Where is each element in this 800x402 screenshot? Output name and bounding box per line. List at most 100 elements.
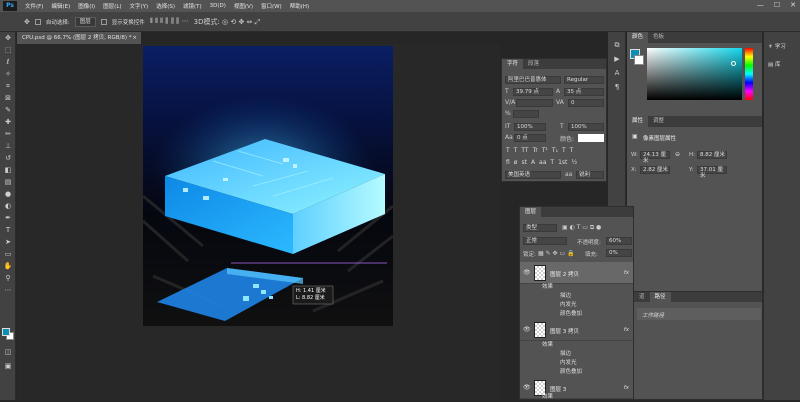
magic-wand-icon[interactable]: ✧ (0, 68, 16, 80)
history-panel-icon[interactable]: ⧉ (608, 38, 626, 52)
strikethrough-button[interactable]: T (570, 147, 574, 154)
maximize-icon[interactable]: ☐ (774, 1, 780, 9)
healing-brush-icon[interactable]: ✚ (0, 116, 16, 128)
baseline-shift-field[interactable]: 0 点 (514, 134, 546, 142)
screen-mode-icon[interactable]: ▣ (0, 360, 16, 372)
more-tools-icon[interactable]: ⋯ (0, 284, 16, 296)
menu-edit[interactable]: 编辑(E) (47, 2, 74, 10)
close-icon[interactable]: ✕ (790, 1, 796, 9)
menu-file[interactable]: 文件(F) (21, 2, 47, 10)
text-color-swatch[interactable] (578, 134, 604, 142)
fill-field[interactable]: 0% (606, 249, 632, 257)
height-field[interactable]: 8.82 厘米 (697, 151, 727, 159)
blend-mode-dropdown[interactable]: 正常 (523, 237, 567, 245)
learn-button[interactable]: ☀ 学习 (764, 38, 800, 56)
auto-select-dropdown[interactable]: 图层 (74, 16, 96, 27)
move-tool-icon[interactable]: ✥ (24, 18, 30, 26)
link-icon[interactable]: ⊖ (675, 151, 680, 158)
menu-help[interactable]: 帮助(H) (286, 2, 313, 10)
effect-stroke[interactable]: 描边 (560, 350, 571, 359)
superscript-button[interactable]: T¹ (542, 147, 548, 154)
horizontal-scale-field[interactable]: 100% (568, 123, 604, 131)
ligature-button[interactable]: fi (506, 159, 510, 166)
language-dropdown[interactable]: 美国英语 (505, 171, 561, 179)
titling-button[interactable]: T (550, 159, 554, 166)
x-field[interactable]: 2.82 厘米 (640, 166, 670, 174)
effects-label[interactable]: 效果 (542, 341, 553, 350)
faux-italic-button[interactable]: T (514, 147, 518, 154)
menu-filter[interactable]: 滤镜(T) (179, 2, 206, 10)
width-field[interactable]: 24.13 厘米 (640, 151, 670, 164)
layer-filter-dropdown[interactable]: 类型 (523, 224, 557, 232)
effect-stroke[interactable]: 描边 (560, 292, 571, 301)
actions-panel-icon[interactable]: ▶ (608, 52, 626, 66)
all-caps-button[interactable]: TT (521, 147, 528, 154)
antialias-dropdown[interactable]: 锐利 (576, 171, 604, 179)
effects-label[interactable]: 效果 (542, 283, 553, 292)
color-picker-field[interactable] (647, 48, 742, 100)
lock-icons[interactable]: ▦ ✎ ✥ ▭ 🔒 (538, 250, 575, 257)
blur-icon[interactable]: ● (0, 188, 16, 200)
layer-row[interactable]: 👁 图层 3 拷贝 fx (520, 319, 633, 341)
kerning-field[interactable] (516, 99, 553, 107)
font-style-dropdown[interactable]: Regular (564, 76, 604, 84)
pen-icon[interactable]: ✒ (0, 212, 16, 224)
color-panel-background-swatch[interactable] (634, 55, 644, 65)
tab-properties[interactable]: 属性 (627, 116, 649, 127)
frame-icon[interactable]: ⊠ (0, 92, 16, 104)
tab-character[interactable]: 字符 (502, 59, 524, 69)
hue-slider[interactable] (745, 48, 753, 100)
effects-label[interactable]: 效果 (542, 393, 553, 402)
ordinals-button[interactable]: 1st (558, 159, 567, 166)
fx-icon[interactable]: fx (624, 327, 629, 333)
effect-color-overlay[interactable]: 颜色叠加 (560, 310, 582, 319)
font-family-dropdown[interactable]: 阿里巴巴普惠体 (505, 76, 561, 84)
eraser-icon[interactable]: ◧ (0, 164, 16, 176)
font-size-field[interactable]: 39.79 点 (513, 88, 553, 96)
quick-mask-icon[interactable]: ◫ (0, 346, 16, 358)
color-picker-cursor[interactable] (731, 61, 736, 66)
faux-bold-button[interactable]: T (506, 147, 510, 154)
vertical-scale-field[interactable]: 100% (514, 123, 546, 131)
contextual-button[interactable]: ø (514, 159, 518, 166)
align-icons[interactable]: ⫴ ⫴ ⫴ ⫼ ⫼ ⫼ ⋯ (150, 17, 189, 26)
libraries-button[interactable]: ▤ 库 (764, 56, 800, 74)
tab-paragraph[interactable]: 段落 (523, 59, 544, 69)
menu-select[interactable]: 选择(S) (152, 2, 179, 10)
move-icon[interactable]: ✥ (0, 32, 16, 44)
clone-stamp-icon[interactable]: ⊥ (0, 140, 16, 152)
menu-type[interactable]: 文字(Y) (126, 2, 153, 10)
hand-icon[interactable]: ✋ (0, 260, 16, 272)
tab-color[interactable]: 颜色 (627, 32, 649, 43)
menu-window[interactable]: 窗口(W) (257, 2, 286, 10)
layer-row[interactable]: 👁 图层 2 拷贝 fx (520, 262, 633, 284)
tab-swatches[interactable]: 色板 (648, 32, 669, 43)
effect-inner-glow[interactable]: 内发光 (560, 301, 577, 310)
proportional-spacing-field[interactable] (513, 110, 539, 118)
path-selection-icon[interactable]: ➤ (0, 236, 16, 248)
paragraph-panel-icon[interactable]: ¶ (608, 80, 626, 94)
foreground-color-swatch[interactable] (2, 328, 10, 336)
gradient-icon[interactable]: ▤ (0, 176, 16, 188)
effect-color-overlay[interactable]: 颜色叠加 (560, 368, 582, 377)
layer-row[interactable]: 👁 图层 3 fx (520, 377, 633, 399)
menu-view[interactable]: 视图(V) (230, 2, 257, 10)
history-brush-icon[interactable]: ↺ (0, 152, 16, 164)
tab-layers[interactable]: 图层 (520, 207, 542, 217)
eyedropper-icon[interactable]: ✎ (0, 104, 16, 116)
stylistic-button[interactable]: aa (539, 159, 546, 166)
shape-icon[interactable]: ▭ (0, 248, 16, 260)
close-document-icon[interactable]: × (132, 32, 137, 44)
zoom-icon[interactable]: ⚲ (0, 272, 16, 284)
auto-select-checkbox[interactable] (34, 18, 41, 25)
crop-icon[interactable]: ⌗ (0, 80, 16, 92)
lasso-icon[interactable]: ℓ (0, 56, 16, 68)
menu-3d[interactable]: 3D(D) (206, 3, 230, 9)
transform-controls-checkbox[interactable] (100, 18, 107, 25)
menu-image[interactable]: 图像(I) (74, 2, 99, 10)
fx-icon[interactable]: fx (624, 270, 629, 276)
marquee-icon[interactable]: ⬚ (0, 44, 16, 56)
type-icon[interactable]: T (0, 224, 16, 236)
subscript-button[interactable]: T₁ (552, 147, 558, 154)
leading-field[interactable]: 35 点 (564, 88, 604, 96)
